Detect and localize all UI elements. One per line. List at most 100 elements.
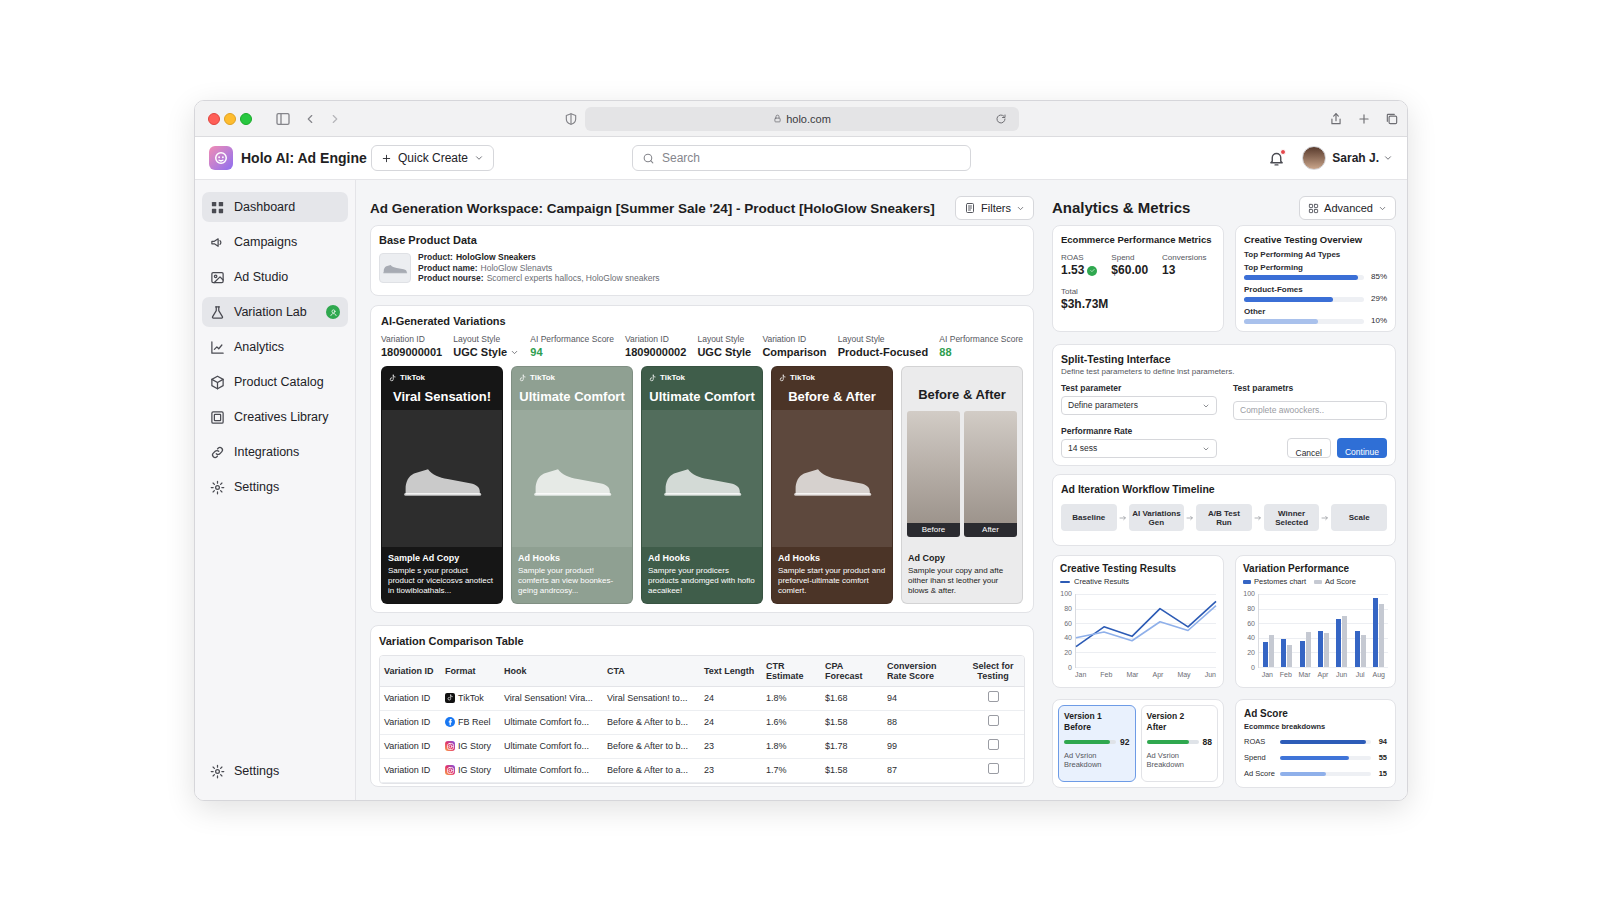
version-name[interactable]: Version 2 bbox=[1147, 711, 1213, 722]
shield-icon[interactable] bbox=[564, 112, 578, 126]
avatar-photo[interactable] bbox=[1302, 146, 1326, 170]
ad-card[interactable]: TikTokUltimate ComfortAd HooksSampre you… bbox=[641, 366, 763, 604]
chevron-down-icon bbox=[510, 348, 519, 357]
meta-value[interactable]: UGC Style bbox=[453, 345, 519, 359]
ad-card[interactable]: TikTokViral Sensation!Sample Ad CopySamp… bbox=[381, 366, 503, 604]
search-input[interactable] bbox=[662, 149, 961, 167]
quick-create-button[interactable]: Quick Create bbox=[371, 145, 494, 171]
ad-card[interactable]: TikTokUltimate ComfortAd HooksSample you… bbox=[511, 366, 633, 604]
forward-icon[interactable] bbox=[328, 112, 342, 126]
cell-cpa: $1.78 bbox=[821, 734, 883, 758]
user-name[interactable]: Sarah J. bbox=[1332, 151, 1379, 166]
select-checkbox[interactable] bbox=[988, 763, 999, 774]
chevron-down-icon[interactable] bbox=[1383, 153, 1393, 163]
chart-bar bbox=[1373, 598, 1378, 667]
tabs-icon[interactable] bbox=[1385, 112, 1399, 126]
sidebar-label[interactable]: Creatives Library bbox=[234, 409, 328, 425]
table-row[interactable]: Variation IDTikTokViral Sensation! Vira.… bbox=[380, 686, 1024, 710]
table-row[interactable]: Variation IDIG StoryUltimate Comfort fo.… bbox=[380, 758, 1024, 782]
sidebar-label[interactable]: Campaigns bbox=[234, 234, 297, 250]
reload-icon[interactable] bbox=[995, 113, 1007, 125]
rate-select[interactable]: 14 sess bbox=[1061, 439, 1217, 458]
version-card[interactable]: Version 2After88Ad Vsrion Breakdown bbox=[1141, 705, 1219, 782]
notifications-button[interactable] bbox=[1268, 150, 1285, 167]
main-area: Ad Generation Workspace: Campaign [Summe… bbox=[356, 180, 1407, 800]
score-value: 55 bbox=[1375, 753, 1387, 763]
sidebar-label[interactable]: Integrations bbox=[234, 444, 299, 460]
variation-performance-card: Variation PerformancePestomes chartAd Sc… bbox=[1235, 555, 1396, 688]
sidebar-label[interactable]: Dashboard bbox=[234, 199, 295, 215]
metric: Conversions13 bbox=[1162, 253, 1206, 278]
x-tick: Jan bbox=[1075, 670, 1086, 680]
close-button[interactable] bbox=[208, 113, 220, 125]
select-checkbox[interactable] bbox=[988, 739, 999, 750]
rate-select-value[interactable]: 14 sess bbox=[1068, 443, 1097, 454]
table-row[interactable]: Variation IDIG StoryUltimate Comfort fo.… bbox=[380, 734, 1024, 758]
parameters-input[interactable] bbox=[1233, 401, 1387, 420]
megaphone-icon bbox=[210, 235, 225, 250]
continue-button[interactable]: Continue bbox=[1337, 438, 1387, 458]
sidebar-item[interactable]: Dashboard bbox=[202, 192, 348, 222]
type-bar-fill bbox=[1244, 275, 1358, 280]
copy-text: Sample start your product and preforvel-… bbox=[778, 566, 886, 596]
filters-button[interactable]: Filters bbox=[955, 196, 1034, 220]
plus-icon[interactable] bbox=[1357, 112, 1371, 126]
sidebar-item[interactable]: Creatives Library bbox=[202, 402, 348, 432]
app-logo[interactable]: Holo AI: Ad Engine bbox=[209, 146, 371, 170]
table-row[interactable]: Variation IDFB ReelUltimate Comfort fo..… bbox=[380, 710, 1024, 734]
platform-tag: TikTok bbox=[512, 367, 632, 383]
cell-select bbox=[962, 686, 1024, 710]
version-card[interactable]: Version 1Before92Ad Vsrion Breakdown bbox=[1058, 705, 1136, 782]
search-field[interactable] bbox=[632, 145, 971, 171]
y-tick: 20 bbox=[1247, 649, 1255, 657]
advanced-button[interactable]: Advanced bbox=[1299, 196, 1396, 220]
cancel-button[interactable]: Cancel bbox=[1287, 438, 1331, 458]
ad-creative: TikTokBefore & AfterAd HooksSample start… bbox=[771, 366, 893, 604]
url-text[interactable]: holo.com bbox=[786, 112, 831, 126]
quick-create-label[interactable]: Quick Create bbox=[398, 151, 468, 166]
sidebar-item[interactable]: Variation Lab bbox=[202, 297, 348, 327]
sidebar-label[interactable]: Ad Studio bbox=[234, 269, 288, 285]
panel-label: After bbox=[964, 523, 1017, 537]
select-checkbox[interactable] bbox=[988, 715, 999, 726]
version-name[interactable]: Version 1 bbox=[1064, 711, 1130, 722]
version-stage[interactable]: Before bbox=[1064, 722, 1130, 733]
card-title: AI-Generated Variations bbox=[381, 314, 1023, 328]
gridline bbox=[1259, 623, 1388, 624]
minimize-button[interactable] bbox=[224, 113, 236, 125]
back-icon[interactable] bbox=[303, 112, 317, 126]
parameter-select[interactable]: Define parameters bbox=[1061, 396, 1217, 415]
share-icon[interactable] bbox=[1329, 112, 1343, 126]
select-checkbox[interactable] bbox=[988, 691, 999, 702]
zoom-button[interactable] bbox=[240, 113, 252, 125]
cell-select bbox=[962, 710, 1024, 734]
ad-type-bar: Other10% bbox=[1244, 307, 1387, 326]
sidebar-item[interactable]: Analytics bbox=[202, 332, 348, 362]
sidebar-label[interactable]: Variation Lab bbox=[234, 304, 307, 320]
sidebar-label[interactable]: Settings bbox=[234, 479, 279, 495]
button-label[interactable]: Continue bbox=[1345, 447, 1379, 457]
cell-cta: Before & After to a... bbox=[603, 758, 700, 782]
sidebar-item[interactable]: Product Catalog bbox=[202, 367, 348, 397]
sidebar-item[interactable]: Settings bbox=[202, 756, 348, 786]
sidebar-toggle-icon[interactable] bbox=[274, 111, 292, 127]
advanced-label[interactable]: Advanced bbox=[1324, 201, 1373, 215]
version-stage[interactable]: After bbox=[1147, 722, 1213, 733]
meta-value-text[interactable]: UGC Style bbox=[453, 345, 507, 359]
sidebar-item[interactable]: Campaigns bbox=[202, 227, 348, 257]
ad-card[interactable]: Before & AfterBeforeAfterAd CopySample y… bbox=[901, 366, 1023, 604]
sidebar-label[interactable]: Analytics bbox=[234, 339, 284, 355]
sidebar-item[interactable]: Integrations bbox=[202, 437, 348, 467]
address-bar[interactable]: holo.com bbox=[585, 107, 1019, 131]
card-title: Base Product Data bbox=[379, 233, 1025, 247]
bar-group bbox=[1314, 594, 1332, 667]
ad-card[interactable]: TikTokBefore & AfterAd HooksSample start… bbox=[771, 366, 893, 604]
sidebar-label[interactable]: Settings bbox=[234, 763, 279, 779]
filters-label[interactable]: Filters bbox=[981, 201, 1011, 215]
meta-value: Comparison bbox=[762, 345, 826, 359]
sidebar-item[interactable]: Settings bbox=[202, 472, 348, 502]
sidebar-item[interactable]: Ad Studio bbox=[202, 262, 348, 292]
button-label[interactable]: Cancel bbox=[1296, 448, 1322, 458]
parameter-select-value[interactable]: Define parameters bbox=[1068, 400, 1138, 411]
sidebar-label[interactable]: Product Catalog bbox=[234, 374, 324, 390]
